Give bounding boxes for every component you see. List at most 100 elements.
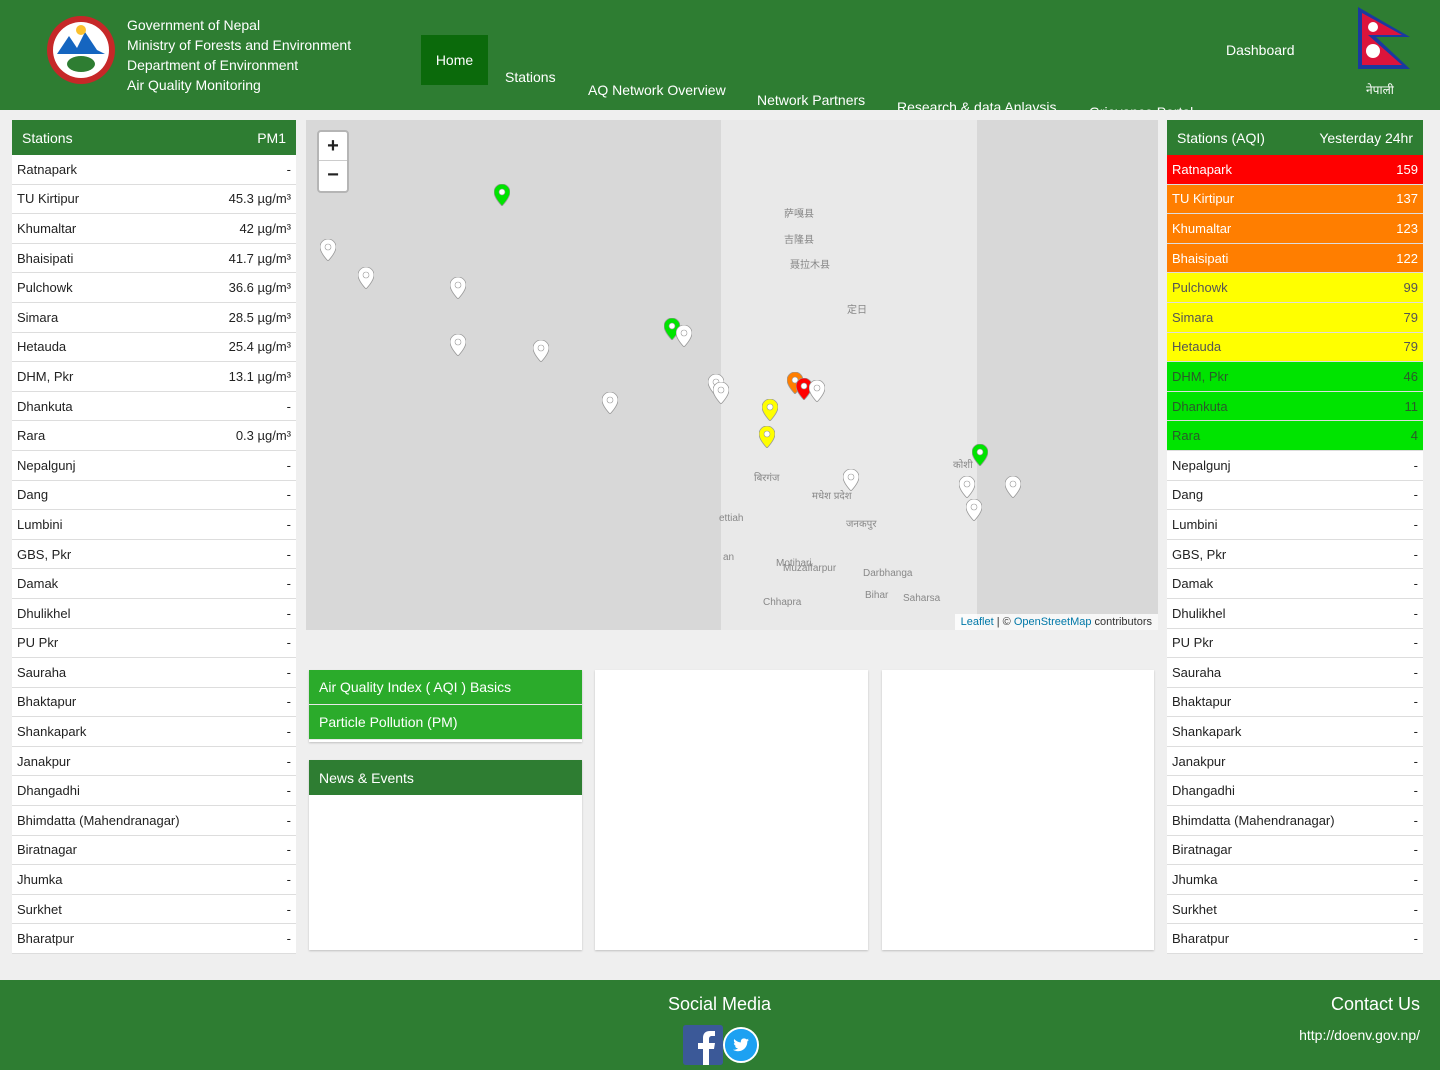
- aqi-value: -: [1413, 605, 1418, 621]
- station-marker-icon[interactable]: [494, 184, 510, 206]
- aqi-value: -: [1413, 753, 1418, 769]
- map-place-label: Saharsa: [903, 593, 941, 604]
- nav-aq-network-overview[interactable]: AQ Network Overview: [588, 82, 726, 98]
- station-marker-icon[interactable]: [1005, 476, 1021, 498]
- station-name: PU Pkr: [17, 635, 59, 651]
- station-marker-icon[interactable]: [450, 334, 466, 356]
- particle-pollution-link[interactable]: Particle Pollution (PM): [309, 705, 582, 740]
- station-marker-icon[interactable]: [713, 382, 729, 404]
- station-name: DHM, Pkr: [17, 368, 74, 384]
- aqi-value: 11: [1404, 398, 1419, 414]
- osm-link[interactable]: OpenStreetMap: [1014, 616, 1092, 628]
- station-map[interactable]: 萨嘎县 吉隆县 聂拉木县 定日 Motihari Muzaffarpur Darbhanga…: [306, 120, 1158, 630]
- station-marker-icon[interactable]: [959, 476, 975, 498]
- map-place-label: 吉隆县: [784, 235, 814, 246]
- pm1-value: 36.6 µg/m³: [228, 280, 291, 296]
- station-marker-icon[interactable]: [358, 267, 374, 289]
- nav-research[interactable]: Research & data Anlaysis: [897, 99, 1057, 110]
- station-marker-icon[interactable]: [843, 469, 859, 491]
- zoom-out-button[interactable]: −: [319, 161, 347, 190]
- twitter-icon[interactable]: [723, 1027, 759, 1063]
- station-marker-icon[interactable]: [533, 340, 549, 362]
- table-row: Shankapark -: [12, 717, 296, 747]
- station-marker-icon[interactable]: [809, 380, 825, 402]
- table-row: Bharatpur -: [1167, 924, 1423, 955]
- table-row: Nepalgunj -: [1167, 451, 1423, 481]
- station-marker-icon[interactable]: [762, 399, 778, 421]
- facebook-icon[interactable]: [683, 1025, 723, 1065]
- pm1-value: -: [286, 576, 291, 592]
- aqi-value: -: [1413, 457, 1418, 473]
- table-row: Surkhet -: [1167, 895, 1423, 925]
- station-name: Ratnapark: [17, 161, 77, 177]
- table-row: Bhaktapur -: [1167, 688, 1423, 718]
- pm1-value: 13.1 µg/m³: [228, 368, 291, 384]
- leaflet-link[interactable]: Leaflet: [961, 616, 994, 628]
- table-row: Bharatpur -: [12, 924, 296, 955]
- station-name: Hetauda: [1172, 339, 1222, 355]
- column-yesterday: Yesterday 24hr: [1319, 129, 1413, 146]
- aqi-value: -: [1413, 724, 1418, 740]
- station-marker-icon[interactable]: [676, 325, 692, 347]
- station-marker-icon[interactable]: [602, 392, 618, 414]
- station-marker-icon[interactable]: [450, 277, 466, 299]
- nav-home[interactable]: Home: [421, 35, 488, 85]
- pm1-table: Stations PM1 Ratnapark - TU Kirtipur 45.3 µ…: [12, 120, 296, 955]
- station-name: Dhangadhi: [1172, 783, 1235, 799]
- map-place-label: बिरगंज: [754, 473, 780, 484]
- map-place-label: Bihar: [865, 590, 889, 601]
- station-name: Damak: [1172, 576, 1214, 592]
- table-row: Dhangadhi -: [12, 776, 296, 807]
- station-name: Bhaktapur: [17, 694, 77, 710]
- station-name: Shankapark: [17, 724, 87, 740]
- contact-us-title: Contact Us: [1330, 994, 1420, 1014]
- nepal-emblem-logo: [47, 16, 115, 84]
- table-row: TU Kirtipur 137: [1167, 184, 1423, 215]
- news-card: News & Events: [309, 760, 582, 950]
- station-name: Khumaltar: [1172, 220, 1232, 236]
- nav-grievance-portal[interactable]: Grievance Portal: [1089, 104, 1193, 110]
- brand-line: Department of Environment: [127, 57, 299, 73]
- aqi-basics-link[interactable]: Air Quality Index ( AQI ) Basics: [309, 670, 582, 705]
- map-place-label: 聂拉木县: [790, 260, 830, 271]
- aqi-value: -: [1413, 783, 1418, 799]
- station-name: Bhimdatta (Mahendranagar): [1172, 812, 1335, 828]
- brand-line: Air Quality Monitoring: [127, 77, 261, 93]
- map-attribution: Leaflet | © OpenStreetMap contributors: [954, 614, 1158, 630]
- station-name: Sauraha: [1172, 664, 1222, 680]
- pm1-value: -: [286, 487, 291, 503]
- table-row: Janakpur -: [1167, 747, 1423, 777]
- station-name: Dang: [1172, 487, 1204, 503]
- aqi-value: 137: [1396, 191, 1418, 207]
- station-marker-icon[interactable]: [966, 499, 982, 521]
- pm1-value: -: [286, 161, 291, 177]
- table-row: Pulchowk 99: [1167, 273, 1423, 303]
- nav-network-partners[interactable]: Network Partners: [757, 92, 865, 108]
- pm1-value: -: [286, 516, 291, 532]
- zoom-in-button[interactable]: +: [319, 132, 347, 161]
- map-place-label: 定日: [847, 305, 867, 316]
- table-row: Dhankuta -: [12, 392, 296, 422]
- station-marker-icon[interactable]: [972, 444, 988, 466]
- table-row: Ratnapark 159: [1167, 155, 1423, 185]
- column-stations: Stations: [22, 129, 73, 146]
- table-row: Lumbini -: [12, 510, 296, 540]
- aqi-value: -: [1413, 487, 1418, 503]
- station-name: Surkhet: [1172, 901, 1217, 917]
- empty-card: [882, 670, 1154, 950]
- station-marker-icon[interactable]: [759, 426, 775, 448]
- brand-text: Government of Nepal Ministry of Forests …: [127, 15, 351, 95]
- pm1-value: -: [286, 398, 291, 414]
- aqi-value: 79: [1403, 339, 1418, 355]
- nav-dashboard[interactable]: Dashboard: [1226, 42, 1295, 58]
- language-toggle[interactable]: नेपाली: [1366, 81, 1394, 98]
- nepal-flag-icon[interactable]: [1356, 5, 1414, 71]
- station-marker-icon[interactable]: [320, 239, 336, 261]
- nav-stations[interactable]: Stations: [505, 69, 556, 85]
- table-row: Damak -: [12, 569, 296, 599]
- station-name: Simara: [1172, 309, 1214, 325]
- station-name: Lumbini: [1172, 516, 1218, 532]
- brand-line: Ministry of Forests and Environment: [127, 37, 352, 53]
- contact-url-link[interactable]: http://doenv.gov.np/: [1299, 1027, 1420, 1043]
- aqi-value: 123: [1396, 220, 1418, 236]
